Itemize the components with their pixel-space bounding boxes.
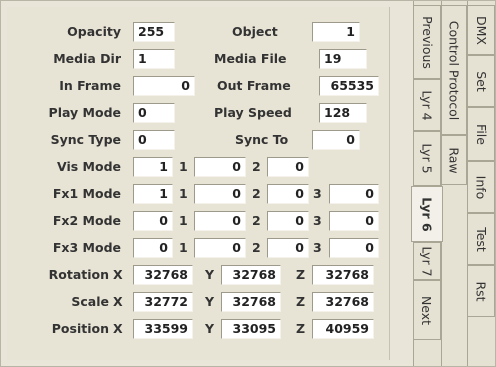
- fx1-slot-1-label: 1: [179, 186, 188, 201]
- position-x-axis-label: X: [113, 321, 123, 336]
- tab-lyr-6[interactable]: Lyr 6: [411, 186, 443, 242]
- fx1-slot-2-label: 2: [252, 186, 261, 201]
- fx3-mode-field-1[interactable]: 0: [194, 238, 246, 258]
- play-mode-label: Play Mode: [48, 105, 121, 120]
- fx1-mode-field-1[interactable]: 0: [194, 184, 246, 204]
- fx2-mode-label: Fx2 Mode: [52, 213, 121, 228]
- rotation-label: Rotation: [48, 267, 109, 282]
- fx3-mode-field-2[interactable]: 0: [267, 238, 309, 258]
- fx3-slot-3-label: 3: [313, 240, 322, 255]
- play-mode-field[interactable]: 0: [133, 103, 175, 123]
- play-speed-label: Play Speed: [214, 105, 292, 120]
- scale-z-axis-label: Z: [296, 294, 306, 309]
- sync-to-field[interactable]: 0: [312, 130, 360, 150]
- tab-lyr-5[interactable]: Lyr 5: [413, 131, 441, 186]
- scale-x-field[interactable]: 32772: [133, 292, 193, 312]
- tab-rst[interactable]: Rst: [467, 265, 495, 317]
- fx2-slot-3-label: 3: [313, 213, 322, 228]
- opacity-label: Opacity: [67, 24, 121, 39]
- sync-to-label: Sync To: [235, 132, 289, 147]
- fx1-mode-label: Fx1 Mode: [52, 186, 121, 201]
- sync-type-field[interactable]: 0: [133, 130, 175, 150]
- in-frame-label: In Frame: [59, 78, 121, 93]
- tab-info[interactable]: Info: [467, 161, 495, 213]
- media-file-field[interactable]: 19: [319, 49, 367, 69]
- rotation-z-field[interactable]: 32768: [312, 265, 374, 285]
- sync-type-label: Sync Type: [50, 132, 121, 147]
- fx2-mode-field-1[interactable]: 0: [194, 211, 246, 231]
- rotation-x-axis-label: X: [113, 267, 123, 282]
- fx3-slot-1-label: 1: [179, 240, 188, 255]
- vis-slot-2-label: 2: [252, 159, 261, 174]
- fx1-mode-field-2[interactable]: 0: [267, 184, 309, 204]
- rotation-x-field[interactable]: 32768: [133, 265, 193, 285]
- fx2-mode-field-3[interactable]: 0: [329, 211, 379, 231]
- fx2-slot-2-label: 2: [252, 213, 261, 228]
- tab-file[interactable]: File: [467, 107, 495, 161]
- fx3-mode-field-3[interactable]: 0: [329, 238, 379, 258]
- object-label: Object: [232, 24, 278, 39]
- fx2-slot-1-label: 1: [179, 213, 188, 228]
- tab-lyr-7[interactable]: Lyr 7: [413, 242, 441, 280]
- layer-parameters-panel: Opacity 255 Object 1 Media Dir 1 Media F…: [7, 7, 390, 360]
- position-label: Position: [51, 321, 109, 336]
- position-x-field[interactable]: 33599: [133, 319, 193, 339]
- fx3-mode-label: Fx3 Mode: [52, 240, 121, 255]
- play-speed-field[interactable]: 128: [319, 103, 367, 123]
- scale-y-field[interactable]: 32768: [221, 292, 281, 312]
- fx2-mode-field-0[interactable]: 0: [133, 211, 173, 231]
- app-window: Opacity 255 Object 1 Media Dir 1 Media F…: [0, 0, 496, 367]
- in-frame-field[interactable]: 0: [133, 76, 195, 96]
- out-frame-field[interactable]: 65535: [319, 76, 379, 96]
- position-y-axis-label: Y: [205, 321, 215, 336]
- scale-z-field[interactable]: 32768: [312, 292, 374, 312]
- vis-mode-field-2[interactable]: 0: [267, 157, 309, 177]
- fx3-slot-2-label: 2: [252, 240, 261, 255]
- scale-y-axis-label: Y: [205, 294, 215, 309]
- tab-test[interactable]: Test: [467, 213, 495, 265]
- media-dir-field[interactable]: 1: [133, 49, 175, 69]
- fx1-mode-field-3[interactable]: 0: [329, 184, 379, 204]
- scale-label: Scale: [71, 294, 109, 309]
- object-field[interactable]: 1: [312, 22, 360, 42]
- vis-mode-label: Vis Mode: [57, 159, 121, 174]
- tab-set[interactable]: Set: [467, 55, 495, 107]
- tab-previous[interactable]: Previous: [413, 5, 441, 79]
- media-dir-label: Media Dir: [53, 51, 121, 66]
- vis-mode-field-0[interactable]: 1: [133, 157, 173, 177]
- media-file-label: Media File: [214, 51, 287, 66]
- tab-next[interactable]: Next: [413, 280, 441, 340]
- tab-control-protocol[interactable]: Control Protocol: [441, 5, 467, 135]
- out-frame-label: Out Frame: [217, 78, 291, 93]
- position-z-axis-label: Z: [296, 321, 306, 336]
- rotation-y-field[interactable]: 32768: [221, 265, 281, 285]
- fx2-mode-field-2[interactable]: 0: [267, 211, 309, 231]
- vis-slot-1-label: 1: [179, 159, 188, 174]
- rotation-y-axis-label: Y: [205, 267, 215, 282]
- scale-x-axis-label: X: [113, 294, 123, 309]
- vis-mode-field-1[interactable]: 0: [194, 157, 246, 177]
- tab-dmx[interactable]: DMX: [467, 5, 495, 55]
- rotation-z-axis-label: Z: [296, 267, 306, 282]
- fx1-slot-3-label: 3: [313, 186, 322, 201]
- position-y-field[interactable]: 33095: [221, 319, 281, 339]
- position-z-field[interactable]: 40959: [312, 319, 374, 339]
- fx3-mode-field-0[interactable]: 0: [133, 238, 173, 258]
- tab-raw[interactable]: Raw: [441, 135, 467, 185]
- opacity-field[interactable]: 255: [133, 22, 175, 42]
- fx1-mode-field-0[interactable]: 1: [133, 184, 173, 204]
- tab-lyr-4[interactable]: Lyr 4: [413, 79, 441, 131]
